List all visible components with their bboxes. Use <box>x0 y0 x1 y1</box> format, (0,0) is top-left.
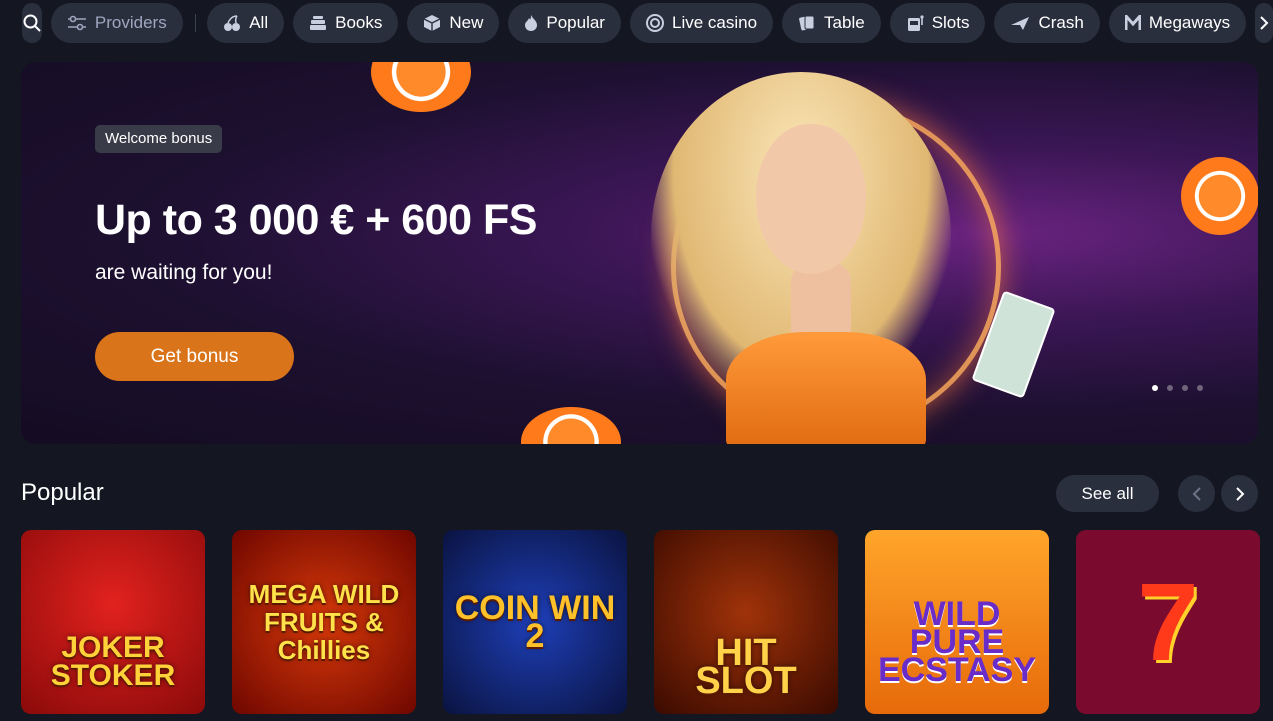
carousel-dot[interactable] <box>1167 385 1173 391</box>
chevron-right-icon <box>1235 486 1244 501</box>
game-card[interactable]: 7 <box>1076 530 1260 714</box>
category-nav: Providers All Books New Popular Live cas… <box>0 0 1273 46</box>
category-live-casino[interactable]: Live casino <box>629 3 774 43</box>
search-button[interactable] <box>22 3 42 43</box>
casino-chip-decoration <box>521 407 621 444</box>
banner-subtitle: are waiting for you! <box>95 261 273 284</box>
cherries-icon <box>224 15 241 31</box>
category-books[interactable]: Books <box>293 3 399 43</box>
category-table[interactable]: Table <box>782 3 881 43</box>
category-label: New <box>449 13 484 32</box>
welcome-badge: Welcome bonus <box>95 125 223 153</box>
providers-button[interactable]: Providers <box>50 3 183 43</box>
category-megaways[interactable]: Megaways <box>1108 3 1247 43</box>
flame-icon <box>525 15 538 31</box>
see-all-button[interactable]: See all <box>1056 475 1159 512</box>
game-title: WILD PURE ECSTASY <box>877 595 1037 689</box>
carousel-dot[interactable] <box>1152 385 1158 391</box>
games-row: JOKER STOKER MEGA WILD FRUITS & Chillies… <box>21 530 1260 714</box>
search-icon <box>23 14 41 32</box>
category-label: Table <box>824 13 865 32</box>
category-all[interactable]: All <box>207 3 285 43</box>
slot-machine-icon <box>907 15 924 31</box>
category-label: Crash <box>1038 13 1084 32</box>
providers-label: Providers <box>94 13 167 32</box>
category-label: Books <box>335 13 383 32</box>
game-card[interactable]: COIN WIN 2 <box>443 530 627 714</box>
game-card[interactable]: HIT SLOT <box>654 530 838 714</box>
category-new[interactable]: New <box>407 3 500 43</box>
promo-banner[interactable]: Welcome bonus Up to 3 000 € + 600 FS are… <box>21 62 1258 444</box>
carousel-dot[interactable] <box>1197 385 1203 391</box>
category-popular[interactable]: Popular <box>508 3 621 43</box>
megaways-icon <box>1124 15 1141 30</box>
filter-sliders-icon <box>67 15 86 31</box>
prev-button[interactable] <box>1178 475 1215 512</box>
carousel-dots <box>1152 385 1203 391</box>
chevron-right-icon <box>1260 16 1269 30</box>
category-label: Live casino <box>671 13 758 32</box>
category-crash[interactable]: Crash <box>994 3 1100 43</box>
plane-icon <box>1011 17 1030 30</box>
game-title: COIN WIN 2 <box>454 589 616 655</box>
category-label: Popular <box>546 13 605 32</box>
category-label: All <box>249 13 269 32</box>
cube-icon <box>424 15 441 31</box>
game-card[interactable]: WILD PURE ECSTASY <box>865 530 1049 714</box>
hero-image-dress <box>726 332 926 444</box>
casino-chip-decoration <box>371 62 471 112</box>
chip-icon <box>645 14 664 32</box>
game-card[interactable]: MEGA WILD FRUITS & Chillies <box>232 530 416 714</box>
category-label: Megaways <box>1148 13 1231 32</box>
lucky-seven-icon: 7 <box>1137 560 1199 684</box>
category-label: Slots <box>931 13 970 32</box>
section-title: Popular <box>21 479 104 506</box>
category-slots[interactable]: Slots <box>889 3 986 43</box>
next-button[interactable] <box>1221 475 1258 512</box>
chevron-left-icon <box>1192 486 1201 501</box>
game-title: JOKER STOKER <box>50 631 176 692</box>
game-card[interactable]: JOKER STOKER <box>21 530 205 714</box>
get-bonus-button[interactable]: Get bonus <box>95 332 294 381</box>
nav-scroll-right-button[interactable] <box>1255 3 1273 43</box>
books-icon <box>310 16 327 30</box>
cards-icon <box>799 15 815 31</box>
casino-chip-decoration <box>1181 157 1258 235</box>
carousel-dot[interactable] <box>1182 385 1188 391</box>
game-title: HIT SLOT <box>695 632 797 702</box>
game-title: MEGA WILD FRUITS & Chillies <box>248 579 400 665</box>
hero-image-face <box>756 124 866 274</box>
divider <box>194 14 196 32</box>
banner-title: Up to 3 000 € + 600 FS <box>95 196 537 244</box>
